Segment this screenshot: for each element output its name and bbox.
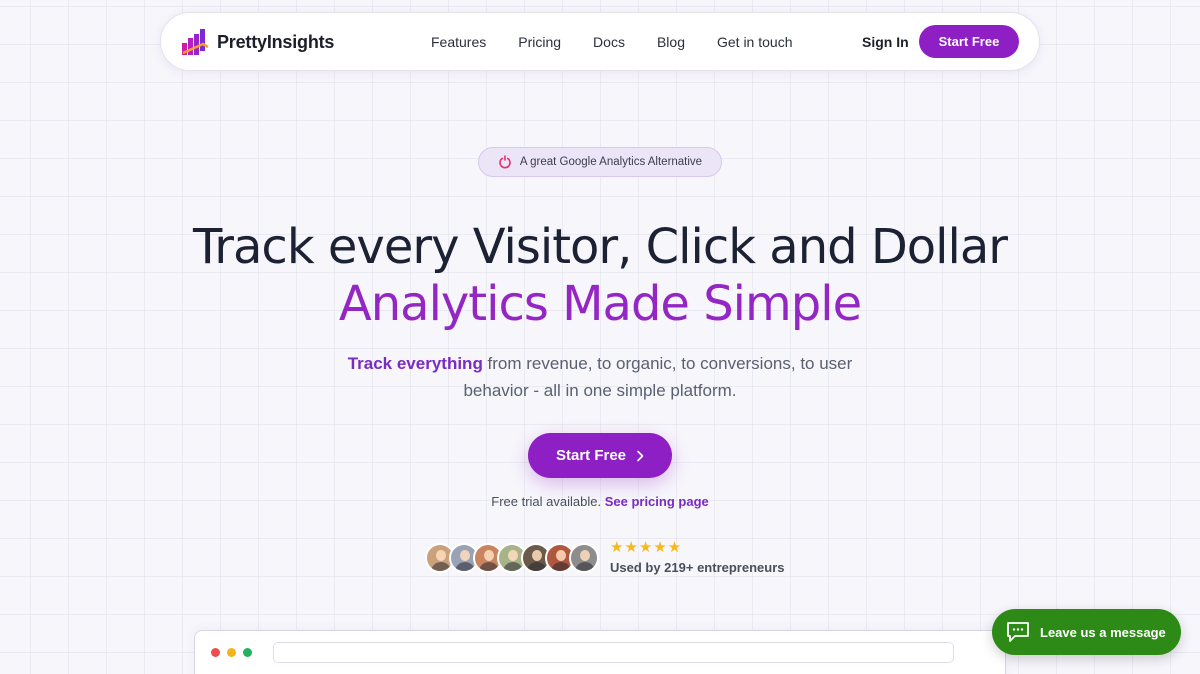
subtitle-text: from revenue, to organic, to conversions… bbox=[463, 354, 853, 400]
nav-link-docs[interactable]: Docs bbox=[593, 34, 625, 50]
browser-mockup bbox=[194, 630, 1006, 674]
nav-link-blog[interactable]: Blog bbox=[657, 34, 685, 50]
announcement-badge[interactable]: A great Google Analytics Alternative bbox=[478, 147, 722, 177]
used-by-text: Used by 219+ entrepreneurs bbox=[610, 560, 785, 575]
browser-address-bar bbox=[273, 642, 954, 663]
sign-in-link[interactable]: Sign In bbox=[862, 34, 909, 50]
brand-name: PrettyInsights bbox=[217, 31, 335, 52]
hero-subtitle: Track everything from revenue, to organi… bbox=[330, 350, 870, 404]
brand-logo[interactable]: PrettyInsights bbox=[181, 27, 334, 57]
chat-label: Leave us a message bbox=[1040, 624, 1166, 640]
window-minimize-dot bbox=[227, 648, 236, 657]
avatar bbox=[569, 543, 599, 573]
bar-chart-logo-icon bbox=[182, 29, 209, 55]
chat-bubble-icon bbox=[1006, 621, 1030, 643]
hero-title: Track every Visitor, Click and Dollar bbox=[193, 219, 1008, 275]
nav-link-features[interactable]: Features bbox=[431, 34, 486, 50]
window-close-dot bbox=[211, 648, 220, 657]
trial-text: Free trial available. bbox=[491, 494, 605, 509]
rating-stars: ★★★★★ bbox=[610, 539, 683, 556]
hero-cta-label: Start Free bbox=[555, 447, 627, 464]
top-navbar: PrettyInsights Features Pricing Docs Blo… bbox=[160, 12, 1040, 71]
subtitle-highlight: Track everything bbox=[347, 354, 483, 373]
chevron-right-icon bbox=[637, 450, 644, 461]
window-maximize-dot bbox=[243, 648, 252, 657]
leave-message-chat-button[interactable]: Leave us a message bbox=[992, 609, 1181, 655]
user-avatars bbox=[425, 543, 599, 573]
power-icon bbox=[498, 155, 512, 169]
nav-links: Features Pricing Docs Blog Get in touch bbox=[431, 34, 824, 50]
nav-start-free-button[interactable]: Start Free bbox=[919, 25, 1019, 58]
free-trial-note: Free trial available. See pricing page bbox=[0, 494, 1200, 509]
badge-text: A great Google Analytics Alternative bbox=[519, 156, 703, 168]
hero-title-accent: Analytics Made Simple bbox=[338, 276, 862, 332]
pricing-page-link[interactable]: See pricing page bbox=[605, 494, 709, 509]
nav-link-pricing[interactable]: Pricing bbox=[518, 34, 561, 50]
hero-start-free-button[interactable]: Start Free bbox=[528, 433, 672, 478]
nav-link-get-in-touch[interactable]: Get in touch bbox=[717, 34, 793, 50]
